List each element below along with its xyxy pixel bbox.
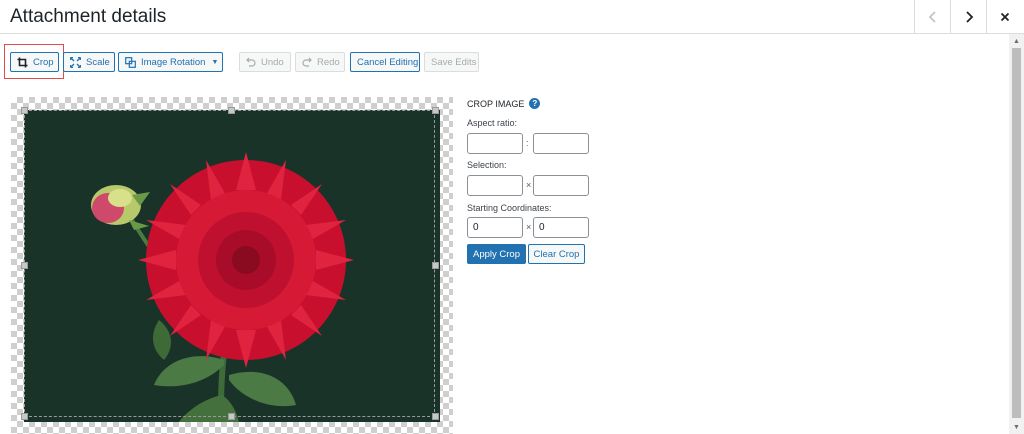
- selection-separator: ×: [526, 180, 532, 190]
- crop-panel-title: Crop Image: [467, 98, 525, 109]
- crop-icon: [17, 57, 28, 68]
- crop-handle-se[interactable]: [432, 413, 439, 420]
- crop-label: Crop: [33, 56, 54, 68]
- modal-title: Attachment details: [10, 6, 167, 27]
- coords-separator: ×: [526, 222, 532, 232]
- redo-icon: [302, 57, 312, 67]
- vertical-scrollbar[interactable]: ▲ ▼: [1009, 34, 1024, 434]
- crop-handle-sw[interactable]: [21, 413, 28, 420]
- apply-crop-button[interactable]: Apply Crop: [467, 244, 526, 264]
- aspect-ratio-separator: :: [526, 138, 529, 148]
- start-x-input[interactable]: [467, 217, 523, 238]
- chevron-left-icon: [928, 11, 936, 23]
- crop-panel-heading: Crop Image ?: [467, 98, 607, 109]
- cancel-editing-label: Cancel Editing: [357, 56, 419, 68]
- crop-handle-e[interactable]: [432, 262, 439, 269]
- crop-button[interactable]: Crop: [10, 52, 59, 72]
- clear-crop-button[interactable]: Clear Crop: [528, 244, 585, 264]
- modal-header: Attachment details: [0, 0, 1024, 34]
- crop-handle-s[interactable]: [228, 413, 235, 420]
- undo-label: Undo: [261, 56, 284, 68]
- help-icon[interactable]: ?: [529, 98, 541, 109]
- rotation-icon: [125, 56, 136, 68]
- aspect-ratio-width-input[interactable]: [467, 133, 523, 154]
- redo-button[interactable]: Redo: [295, 52, 345, 72]
- caret-down-icon: ▼: [211, 58, 219, 66]
- crop-selection[interactable]: [24, 110, 435, 417]
- aspect-ratio-height-input[interactable]: [533, 133, 589, 154]
- undo-icon: [246, 57, 256, 67]
- selection-label: Selection:: [467, 160, 507, 170]
- scroll-up-arrow-icon[interactable]: ▲: [1009, 34, 1024, 48]
- image-rotation-label: Image Rotation: [141, 56, 206, 68]
- selection-height-input[interactable]: [533, 175, 589, 196]
- crop-handle-n[interactable]: [228, 107, 235, 114]
- start-y-input[interactable]: [533, 217, 589, 238]
- scroll-down-arrow-icon[interactable]: ▼: [1009, 420, 1024, 434]
- previous-button[interactable]: [914, 0, 950, 34]
- scale-label: Scale: [86, 56, 110, 68]
- chevron-right-icon: [965, 11, 973, 23]
- close-icon: [1000, 12, 1009, 22]
- image-rotation-button[interactable]: Image Rotation ▼: [118, 52, 223, 72]
- scale-button[interactable]: Scale: [63, 52, 115, 72]
- next-button[interactable]: [950, 0, 986, 34]
- crop-image-panel: Crop Image ? Aspect ratio: : Selection: …: [467, 98, 607, 264]
- undo-button[interactable]: Undo: [239, 52, 291, 72]
- scroll-thumb[interactable]: [1012, 48, 1021, 418]
- selection-width-input[interactable]: [467, 175, 523, 196]
- crop-handle-nw[interactable]: [21, 107, 28, 114]
- save-edits-button[interactable]: Save Edits: [424, 52, 479, 72]
- crop-handle-ne[interactable]: [432, 107, 439, 114]
- crop-handle-w[interactable]: [21, 262, 28, 269]
- close-button[interactable]: [986, 0, 1022, 34]
- scale-icon: [70, 56, 81, 68]
- cancel-editing-button[interactable]: Cancel Editing: [350, 52, 420, 72]
- aspect-ratio-label: Aspect ratio:: [467, 118, 518, 128]
- save-edits-label: Save Edits: [431, 56, 477, 68]
- redo-label: Redo: [317, 56, 340, 68]
- starting-coordinates-label: Starting Coordinates:: [467, 203, 552, 213]
